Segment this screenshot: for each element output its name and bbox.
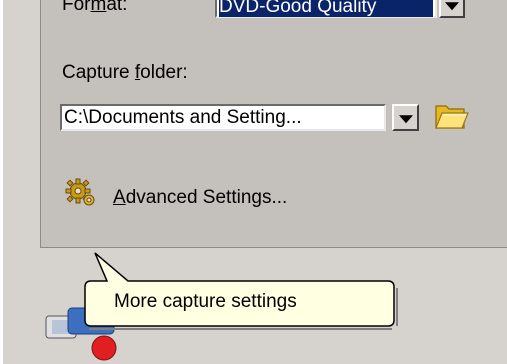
chevron-down-icon (398, 114, 413, 123)
window-edge (0, 0, 3, 364)
capture-folder-select[interactable]: C:\Documents and Setting... (60, 104, 386, 131)
capture-folder-value: C:\Documents and Setting... (64, 108, 302, 128)
chevron-down-icon (445, 2, 459, 11)
capture-app-icon[interactable] (42, 294, 122, 364)
format-dropdown-button[interactable] (439, 0, 465, 18)
tooltip-text: More capture settings (114, 291, 297, 312)
folder-open-icon[interactable] (433, 98, 469, 134)
format-select-value: DVD-Good Quality (219, 0, 433, 17)
gear-icon[interactable] (64, 176, 98, 210)
advanced-settings-link[interactable]: Advanced Settings... (113, 187, 287, 209)
format-select[interactable]: DVD-Good Quality (215, 0, 437, 18)
format-label: Format: (62, 0, 128, 15)
capture-folder-dropdown-button[interactable] (392, 104, 419, 131)
capture-folder-label: Capture folder: (62, 62, 188, 83)
